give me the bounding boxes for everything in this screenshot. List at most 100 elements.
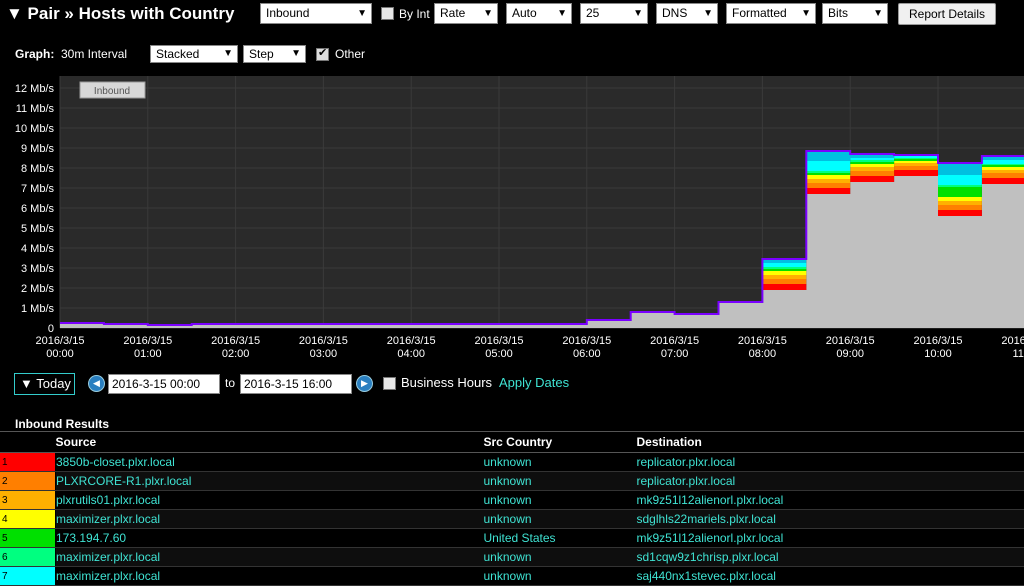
dns-select[interactable]: DNS ▼ — [656, 3, 718, 24]
next-range-icon[interactable]: ▶ — [356, 375, 373, 392]
source-cell[interactable]: maximizer.plxr.local — [55, 547, 484, 567]
apply-dates-link[interactable]: Apply Dates — [499, 375, 569, 390]
legend-tag-label: Inbound — [94, 86, 130, 97]
count-value: 25 — [586, 6, 600, 20]
rate-select[interactable]: Rate ▼ — [434, 3, 498, 24]
count-select[interactable]: 25 ▼ — [580, 3, 648, 24]
table-row[interactable]: 7 maximizer.plxr.local unknown saj440nx1ste… — [0, 566, 1024, 586]
destination-cell[interactable]: sdglhls22mariels.plxr.local — [636, 509, 1024, 529]
country-cell[interactable]: unknown — [483, 471, 637, 491]
start-date-input[interactable]: 2016-3-15 00:00 — [108, 374, 220, 394]
graph-mode-select[interactable]: Stacked ▼ — [150, 45, 238, 63]
table-row[interactable]: 5 173.194.7.60 United States mk9z51l12alien… — [0, 528, 1024, 548]
rank-cell: 5 — [0, 528, 56, 548]
by-int-checkbox[interactable] — [381, 7, 394, 20]
destination-cell[interactable]: replicator.plxr.local — [636, 452, 1024, 472]
to-label: to — [225, 376, 236, 390]
direction-select[interactable]: Inbound ▼ — [260, 3, 372, 24]
x-tick-time: 03:00 — [310, 348, 338, 360]
destination-cell[interactable]: replicator.plxr.local — [636, 471, 1024, 491]
format-select[interactable]: Formatted ▼ — [726, 3, 816, 24]
graph-label: Graph: — [15, 47, 55, 61]
auto-select[interactable]: Auto ▼ — [506, 3, 572, 24]
chevron-down-icon: ▼ — [633, 8, 643, 19]
source-cell[interactable]: 3850b-closet.plxr.local — [55, 452, 484, 472]
auto-value: Auto — [512, 6, 537, 20]
x-tick-date: 2016/3/15 — [650, 335, 699, 347]
x-tick-date: 2016/3/15 — [36, 335, 85, 347]
report-details-button[interactable]: Report Details — [898, 3, 996, 25]
source-cell[interactable]: 173.194.7.60 — [55, 528, 484, 548]
chevron-down-icon: ▼ — [357, 8, 367, 19]
country-cell[interactable]: unknown — [483, 566, 637, 586]
country-cell[interactable]: unknown — [483, 452, 637, 472]
chevron-down-icon: ▼ — [557, 8, 567, 19]
business-hours-checkbox[interactable] — [383, 377, 396, 390]
today-dropdown[interactable]: ▼ Today — [14, 373, 75, 395]
rank-cell: 4 — [0, 509, 56, 529]
prev-range-icon[interactable]: ◀ — [88, 375, 105, 392]
x-tick-time: 06:00 — [573, 348, 601, 360]
chevron-down-icon: ▼ — [801, 8, 811, 19]
destination-cell[interactable]: mk9z51l12alienorl.plxr.local — [636, 490, 1024, 510]
y-tick-label: 2 Mb/s — [21, 283, 55, 295]
table-row[interactable]: 4 maximizer.plxr.local unknown sdglhls22mar… — [0, 509, 1024, 529]
color-column-header — [0, 431, 56, 453]
x-tick-time: 08:00 — [749, 348, 777, 360]
country-cell[interactable]: unknown — [483, 509, 637, 529]
country-cell[interactable]: United States — [483, 528, 637, 548]
x-tick-date: 2016/3/15 — [475, 335, 524, 347]
country-cell[interactable]: unknown — [483, 490, 637, 510]
country-cell[interactable]: unknown — [483, 547, 637, 567]
end-date-input[interactable]: 2016-3-15 16:00 — [240, 374, 352, 394]
destination-column-header[interactable]: Destination — [636, 431, 1024, 453]
x-tick-date: 2016/3/15 — [211, 335, 260, 347]
interval-label: 30m Interval — [61, 47, 128, 61]
source-cell[interactable]: plxrutils01.plxr.local — [55, 490, 484, 510]
x-tick-time: 05:00 — [485, 348, 513, 360]
source-cell[interactable]: PLXRCORE-R1.plxr.local — [55, 471, 484, 491]
x-tick-time: 04:00 — [397, 348, 425, 360]
chevron-down-icon: ▼ — [873, 8, 883, 19]
y-tick-label: 4 Mb/s — [21, 243, 55, 255]
x-tick-time: 09:00 — [836, 348, 864, 360]
destination-cell[interactable]: mk9z51l12alienorl.plxr.local — [636, 528, 1024, 548]
units-value: Bits — [828, 6, 849, 20]
source-cell[interactable]: maximizer.plxr.local — [55, 509, 484, 529]
y-tick-label: 0 — [48, 323, 54, 335]
source-column-header[interactable]: Source — [55, 431, 484, 453]
x-tick-time: 10:00 — [924, 348, 952, 360]
x-tick-time: 07:00 — [661, 348, 689, 360]
y-tick-label: 3 Mb/s — [21, 263, 55, 275]
graph-mode-value: Stacked — [156, 47, 200, 61]
destination-cell[interactable]: sd1cqw9z1chrisp.plxr.local — [636, 547, 1024, 567]
x-tick-date: 2016/3/15 — [914, 335, 963, 347]
rank-cell: 7 — [0, 566, 56, 586]
x-tick-date: 2016/3/15 — [738, 335, 787, 347]
x-tick-time: 01:00 — [134, 348, 162, 360]
y-tick-label: 8 Mb/s — [21, 163, 55, 175]
page-title[interactable]: ▼ Pair » Hosts with Country — [6, 4, 234, 24]
table-row[interactable]: 3 plxrutils01.plxr.local unknown mk9z51l12a… — [0, 490, 1024, 510]
results-title: Inbound Results — [15, 417, 109, 431]
x-tick-date: 2016/3/15 — [826, 335, 875, 347]
rank-cell: 2 — [0, 471, 56, 491]
chevron-down-icon: ▼ — [483, 8, 493, 19]
table-row[interactable]: 6 maximizer.plxr.local unknown sd1cqw9z1chr… — [0, 547, 1024, 567]
units-select[interactable]: Bits ▼ — [822, 3, 888, 24]
table-row[interactable]: 1 3850b-closet.plxr.local unknown replicato… — [0, 452, 1024, 472]
destination-cell[interactable]: saj440nx1stevec.plxr.local — [636, 566, 1024, 586]
x-tick-date: 2016/3/15 — [387, 335, 436, 347]
rank-cell: 6 — [0, 547, 56, 567]
y-tick-label: 7 Mb/s — [21, 183, 55, 195]
by-int-label: By Int — [399, 7, 430, 21]
other-checkbox[interactable] — [316, 46, 329, 61]
y-tick-label: 11 Mb/s — [16, 103, 55, 115]
table-row[interactable]: 2 PLXRCORE-R1.plxr.local unknown replicator… — [0, 471, 1024, 491]
x-tick-date: 2016/3/15 — [299, 335, 348, 347]
source-cell[interactable]: maximizer.plxr.local — [55, 566, 484, 586]
business-hours-label: Business Hours — [401, 375, 493, 390]
chevron-down-icon: ▼ — [703, 8, 713, 19]
country-column-header[interactable]: Src Country — [483, 431, 637, 453]
graph-style-select[interactable]: Step ▼ — [243, 45, 306, 63]
